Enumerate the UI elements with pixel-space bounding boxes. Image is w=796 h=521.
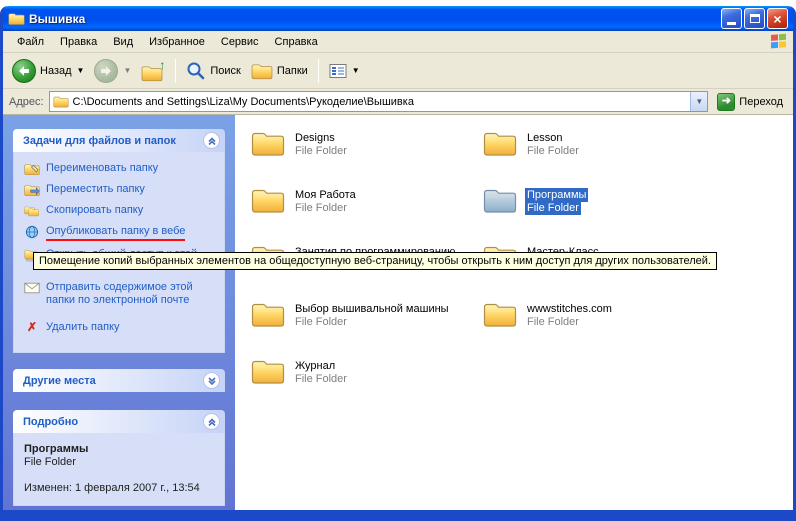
other-places-header[interactable]: Другие места (13, 369, 225, 392)
explorer-window: Вышивка × Файл Правка Вид Избранное Серв… (0, 6, 796, 521)
back-button[interactable]: Назад ▼ (7, 56, 89, 86)
details-body: Программы File Folder Изменен: 1 февраля… (13, 433, 225, 506)
folder-grid: DesignsFile Folder LessonFile Folder Моя… (251, 129, 791, 414)
details-modified: Изменен: 1 февраля 2007 г., 13:54 (24, 482, 218, 495)
maximize-button[interactable] (744, 8, 765, 29)
publish-web-icon (24, 225, 40, 239)
folder-icon-selected (483, 186, 517, 214)
folder-icon (483, 300, 517, 328)
go-button[interactable]: ➜ Переход (713, 91, 787, 113)
toolbar-separator (175, 59, 176, 83)
menu-tools[interactable]: Сервис (213, 33, 267, 51)
menu-view[interactable]: Вид (105, 33, 141, 51)
folder-item-programmy-selected[interactable]: ПрограммыFile Folder (483, 186, 699, 243)
search-label: Поиск (210, 65, 240, 77)
folder-icon (251, 357, 285, 385)
title-bar[interactable]: Вышивка × (3, 6, 793, 31)
views-button[interactable]: ▼ (324, 60, 365, 82)
address-path[interactable]: C:\Documents and Settings\Liza\My Docume… (73, 96, 687, 108)
rename-folder-icon (24, 162, 40, 176)
chevron-down-icon[interactable] (203, 372, 220, 389)
folder-content: DesignsFile Folder LessonFile Folder Моя… (235, 115, 793, 510)
copy-folder-icon (24, 204, 40, 218)
copy-folder-link[interactable]: Скопировать папку (24, 204, 218, 218)
delete-folder-link[interactable]: ✗ Удалить папку (24, 321, 218, 335)
publish-folder-link[interactable]: Опубликовать папку в вебе (24, 225, 218, 241)
folders-icon (251, 62, 273, 80)
folder-item-lesson[interactable]: LessonFile Folder (483, 129, 699, 186)
go-label: Переход (739, 96, 783, 108)
tooltip: Помещение копий выбранных элементов на о… (33, 252, 717, 270)
toolbar: Назад ▼ ▼ ↑ Поиск Папки (3, 53, 793, 89)
address-combobox[interactable]: C:\Documents and Settings\Liza\My Docume… (49, 91, 709, 112)
tasks-panel-title: Задачи для файлов и папок (23, 135, 176, 147)
window-folder-icon (8, 11, 25, 26)
views-icon (329, 63, 347, 79)
maximize-icon (750, 14, 760, 23)
window-title: Вышивка (29, 12, 719, 26)
folders-button[interactable]: Папки (246, 59, 313, 83)
folders-label: Папки (277, 65, 308, 77)
close-button[interactable]: × (767, 8, 788, 29)
address-folder-icon (53, 95, 69, 108)
task-pane: Задачи для файлов и папок Переименовать … (3, 115, 235, 510)
move-folder-icon (24, 183, 40, 197)
back-label: Назад (40, 65, 72, 77)
forward-button[interactable]: ▼ (89, 56, 136, 86)
other-places-panel: Другие места (13, 369, 225, 392)
views-dropdown-icon[interactable]: ▼ (352, 66, 360, 75)
file-folder-tasks-panel: Задачи для файлов и папок Переименовать … (13, 129, 225, 353)
back-dropdown-icon[interactable]: ▼ (77, 66, 85, 75)
address-label: Адрес: (9, 96, 44, 108)
details-header[interactable]: Подробно (13, 410, 225, 433)
folder-item-designs[interactable]: DesignsFile Folder (251, 129, 467, 186)
email-folder-link[interactable]: Отправить содержимое этой папки по элект… (24, 281, 218, 307)
folder-icon (251, 300, 285, 328)
folder-item-wwwstitches[interactable]: wwwstitches.comFile Folder (483, 300, 699, 357)
minimize-button[interactable] (721, 8, 742, 29)
toolbar-separator-2 (318, 59, 319, 83)
details-folder-name: Программы (24, 443, 218, 456)
forward-dropdown-icon: ▼ (123, 66, 131, 75)
forward-icon (94, 59, 118, 83)
folder-item-moya-rabota[interactable]: Моя РаботаFile Folder (251, 186, 467, 243)
menu-file[interactable]: Файл (9, 33, 52, 51)
back-icon (12, 59, 36, 83)
search-button[interactable]: Поиск (181, 58, 245, 84)
tasks-panel-header[interactable]: Задачи для файлов и папок (13, 129, 225, 152)
menu-edit[interactable]: Правка (52, 33, 105, 51)
main-area: Задачи для файлов и папок Переименовать … (3, 115, 793, 510)
folder-icon (251, 129, 285, 157)
search-icon (186, 61, 206, 81)
address-dropdown-icon[interactable]: ▼ (690, 92, 707, 111)
details-panel: Подробно Программы File Folder Изменен: … (13, 410, 225, 506)
delete-icon: ✗ (24, 321, 40, 335)
menu-bar: Файл Правка Вид Избранное Сервис Справка (3, 31, 793, 53)
folder-item-zhurnal[interactable]: ЖурналFile Folder (251, 357, 467, 414)
chevron-up-icon-details[interactable] (203, 413, 220, 430)
go-arrow-icon: ➜ (717, 93, 735, 111)
menu-help[interactable]: Справка (267, 33, 326, 51)
move-folder-link[interactable]: Переместить папку (24, 183, 218, 197)
folder-icon (251, 186, 285, 214)
menu-favorites[interactable]: Избранное (141, 33, 213, 51)
folder-item-vybor-mashiny[interactable]: Выбор вышивальной машиныFile Folder (251, 300, 467, 357)
windows-logo-icon (769, 33, 789, 51)
other-places-title: Другие места (23, 375, 96, 387)
close-icon: × (773, 12, 781, 26)
up-button[interactable]: ↑ (136, 57, 170, 85)
up-folder-icon: ↑ (141, 60, 165, 82)
details-title: Подробно (23, 416, 78, 428)
email-icon (24, 281, 40, 295)
rename-folder-link[interactable]: Переименовать папку (24, 162, 218, 176)
folder-icon (483, 129, 517, 157)
address-bar: Адрес: C:\Documents and Settings\Liza\My… (3, 89, 793, 115)
chevron-up-icon[interactable] (203, 132, 220, 149)
minimize-icon (727, 22, 736, 25)
details-folder-type: File Folder (24, 456, 218, 469)
